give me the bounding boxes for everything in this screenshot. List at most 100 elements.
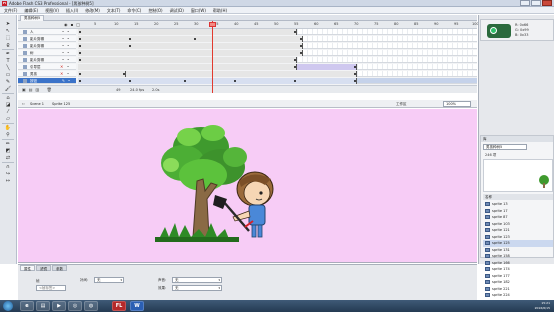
color-swatch[interactable]	[487, 24, 511, 38]
frame-span[interactable]	[78, 43, 303, 49]
keyframe[interactable]	[300, 45, 302, 47]
taskbar-chrome-icon[interactable]: ◎	[68, 301, 82, 311]
hidden-x-icon[interactable]: ✕	[60, 64, 63, 70]
eraser-tool-icon[interactable]: ▱	[4, 116, 12, 122]
playhead[interactable]	[212, 21, 213, 93]
keyframe[interactable]	[79, 52, 81, 54]
frame-row[interactable]	[78, 71, 477, 77]
hand-tool-icon[interactable]: ✋	[4, 125, 12, 131]
snap-to-objects-icon[interactable]: ∩	[4, 164, 12, 170]
menu-text[interactable]: 文本(T)	[107, 8, 121, 13]
frame-grid[interactable]	[78, 29, 477, 85]
keyframe[interactable]	[129, 45, 131, 47]
keyframe[interactable]	[79, 80, 81, 82]
pencil-tool-icon[interactable]: ✎	[4, 79, 12, 85]
layer-row[interactable]: 影片剪辑 • • ■	[18, 36, 76, 47]
menu-file[interactable]: 文件(F)	[4, 8, 17, 13]
stroke-color-icon[interactable]: ✏	[4, 141, 12, 147]
frame-row[interactable]	[78, 29, 477, 35]
library-document-select[interactable]: 男孩种树5	[483, 144, 527, 150]
keyframe[interactable]	[354, 80, 356, 82]
symbol-breadcrumb[interactable]: Sprite 125	[52, 101, 70, 107]
keyframe[interactable]	[123, 73, 125, 75]
hidden-x-icon[interactable]: ✕	[60, 71, 63, 77]
frame-row[interactable]	[78, 36, 477, 42]
layer-buttons[interactable]: ▣▤▥ 🗑	[22, 87, 55, 92]
menu-debug[interactable]: 调试(D)	[170, 8, 184, 13]
library-item[interactable]: sprite 224	[483, 292, 553, 299]
menu-control[interactable]: 控制(O)	[148, 8, 162, 13]
layer-row[interactable]: 树 • • ■	[18, 50, 76, 61]
frame-span[interactable]	[126, 71, 357, 77]
motion-tween-span[interactable]	[297, 64, 357, 70]
ink-bottle-tool-icon[interactable]: ⌂	[4, 95, 12, 101]
stage-artwork[interactable]	[153, 119, 293, 253]
frame-span[interactable]	[78, 50, 303, 56]
playhead-handle[interactable]	[209, 22, 216, 27]
stage[interactable]	[18, 109, 477, 263]
tab-properties[interactable]: 属性	[20, 265, 35, 271]
frame-span[interactable]	[78, 78, 357, 84]
lock-icon[interactable]: ▪	[71, 22, 74, 27]
keyframe[interactable]	[129, 80, 131, 82]
keyframe[interactable]	[194, 38, 196, 40]
frame-row[interactable]	[78, 43, 477, 49]
back-arrow-icon[interactable]: ⇦	[22, 101, 25, 107]
frame-span[interactable]	[78, 71, 126, 77]
keyframe[interactable]	[79, 59, 81, 61]
menu-insert[interactable]: 插入(I)	[66, 8, 78, 13]
fill-color-icon[interactable]: ◩	[4, 148, 12, 154]
lasso-tool-icon[interactable]: ϱ	[4, 42, 12, 48]
menu-window[interactable]: 窗口(W)	[191, 8, 206, 13]
layer-row[interactable]: 影片剪辑 • • ■	[18, 57, 76, 68]
system-clock[interactable]: 15:21 2016/6/15	[535, 301, 550, 310]
keyframe[interactable]	[79, 31, 81, 33]
keyframe[interactable]	[234, 80, 236, 82]
keyframe[interactable]	[79, 38, 81, 40]
eye-icon[interactable]: ◉	[64, 22, 68, 27]
keyframe[interactable]	[184, 80, 186, 82]
line-tool-icon[interactable]: ╲	[4, 65, 12, 71]
free-transform-tool-icon[interactable]: ⬚	[4, 35, 12, 41]
layer-row[interactable]: 引导层 ✕ • ■	[18, 64, 76, 75]
layer-row-selected[interactable]: 按钮 ✎ • ■	[18, 78, 76, 89]
taskbar-ie-icon[interactable]: e	[20, 301, 34, 311]
straighten-option-icon[interactable]: ↦	[4, 178, 12, 184]
menu-edit[interactable]: 编辑(E)	[24, 8, 38, 13]
taskbar-flash-button[interactable]: FL	[112, 301, 126, 311]
layer-row[interactable]: 影片剪辑 • • ■	[18, 43, 76, 54]
frame-ruler[interactable]: 5 10 15 20 25 30 35 40 45 50 55 60 65 70…	[78, 22, 479, 28]
frame-row[interactable]	[78, 50, 477, 56]
keyframe[interactable]	[300, 38, 302, 40]
layer-row[interactable]: 男孩 ✕ • ■	[18, 71, 76, 82]
frame-row[interactable]	[78, 57, 477, 63]
keyframe[interactable]	[294, 31, 296, 33]
keyframe[interactable]	[129, 38, 131, 40]
keyframe[interactable]	[294, 80, 296, 82]
start-button[interactable]	[3, 301, 13, 311]
frame-span[interactable]	[78, 36, 303, 42]
zoom-tool-icon[interactable]: ⚲	[4, 132, 12, 138]
workspace-label[interactable]: 工作区	[396, 101, 407, 107]
zoom-select[interactable]: 100%	[443, 101, 471, 107]
menu-view[interactable]: 视图(V)	[45, 8, 59, 13]
effect-select[interactable]: 无	[172, 285, 222, 291]
swap-colors-icon[interactable]: ⇄	[4, 155, 12, 161]
keyframe[interactable]	[79, 73, 81, 75]
paint-bucket-tool-icon[interactable]: ◪	[4, 102, 12, 108]
keyframe[interactable]	[300, 52, 302, 54]
tab-filters[interactable]: 滤镜	[36, 265, 51, 271]
keyframe[interactable]	[79, 45, 81, 47]
scene-breadcrumb[interactable]: Scene 1	[30, 101, 44, 107]
keyframe[interactable]	[354, 66, 356, 68]
menu-commands[interactable]: 命令(C)	[127, 8, 141, 13]
smooth-option-icon[interactable]: ↪	[4, 171, 12, 177]
maximize-button[interactable]	[531, 0, 541, 6]
keyframe[interactable]	[294, 59, 296, 61]
frame-row[interactable]	[78, 64, 477, 70]
pen-tool-icon[interactable]: ✒	[4, 51, 12, 57]
brush-tool-icon[interactable]: 🖌	[4, 86, 12, 92]
taskbar-media-icon[interactable]: ▶	[52, 301, 66, 311]
library-column-header[interactable]: 名称	[483, 194, 553, 200]
subselection-tool-icon[interactable]: ↖	[4, 28, 12, 34]
